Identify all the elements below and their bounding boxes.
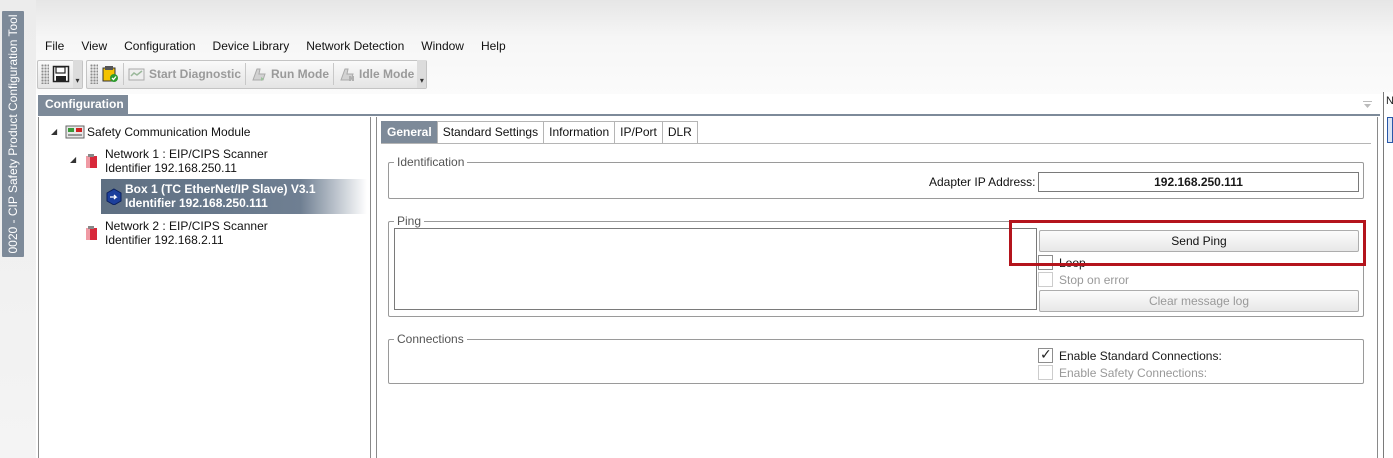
tree-node-network-1[interactable]: ◢ Network 1 : EIP/CIPS Scanner Identifie… — [70, 147, 268, 175]
scanner-icon — [84, 153, 100, 169]
idle-mode-icon — [338, 65, 356, 83]
tree-expander-icon[interactable]: ◢ — [51, 127, 57, 136]
document-side-tab-label: 0020 - CIP Safety Product Configuration … — [6, 14, 20, 254]
send-ping-highlight-box — [1009, 220, 1366, 266]
tree-node-network-1-label: Network 1 : EIP/CIPS Scanner — [105, 147, 268, 161]
top-area: File View Configuration Device Library N… — [36, 0, 1393, 94]
toolbar-group-file: ▾ — [37, 59, 83, 89]
run-mode-button[interactable]: Run Mode — [247, 62, 332, 86]
save-button[interactable] — [49, 62, 73, 86]
start-diagnostic-label: Start Diagnostic — [149, 67, 242, 81]
toolbar-grip[interactable] — [90, 64, 98, 84]
toolbar-group-diagnostic: Start Diagnostic Run Mode Idle Mode ▾ — [86, 59, 428, 89]
toolbar-separator — [333, 63, 335, 85]
adapter-ip-label: Adapter IP Address: — [929, 175, 1036, 189]
tree-node-network-2-identifier: Identifier 192.168.2.11 — [105, 233, 224, 247]
save-icon — [52, 65, 70, 83]
tree-node-root-label: Safety Communication Module — [87, 125, 251, 139]
tab-general[interactable]: General — [381, 121, 438, 144]
tree-node-network-2-label: Network 2 : EIP/CIPS Scanner — [105, 219, 268, 233]
configuration-tree: ◢ Safety Communication Module ◢ Network … — [38, 117, 371, 458]
panel-menu-icon[interactable] — [1362, 98, 1374, 110]
download-device-icon — [101, 65, 119, 83]
tree-node-network-2[interactable]: Network 2 : EIP/CIPS Scanner Identifier … — [84, 219, 268, 247]
tree-node-box-1[interactable]: Box 1 (TC EtherNet/IP Slave) V3.1 Identi… — [101, 179, 367, 214]
enable-safety-connections-label: Enable Safety Connections: — [1059, 366, 1208, 380]
tree-node-network-1-identifier: Identifier 192.168.250.11 — [105, 161, 237, 175]
enable-standard-connections-label: Enable Standard Connections: — [1059, 349, 1222, 363]
diagnostic-icon — [128, 65, 146, 83]
tree-node-box-1-label: Box 1 (TC EtherNet/IP Slave) V3.1 — [125, 182, 316, 196]
menu-bar: File View Configuration Device Library N… — [36, 37, 514, 57]
connections-group: Connections ✓ Enable Standard Connection… — [388, 332, 1364, 384]
run-mode-label: Run Mode — [271, 67, 330, 81]
menu-configuration[interactable]: Configuration — [115, 37, 203, 57]
toolbar-separator — [123, 63, 124, 85]
scanner-icon — [84, 225, 100, 241]
enable-standard-connections-checkbox[interactable]: ✓ — [1038, 346, 1053, 363]
idle-mode-button[interactable]: Idle Mode — [335, 62, 417, 86]
adapter-ip-field[interactable]: 192.168.250.111 — [1038, 172, 1359, 192]
menu-help[interactable]: Help — [472, 37, 514, 57]
run-mode-icon — [250, 65, 268, 83]
right-docked-panel-icon[interactable] — [1387, 117, 1393, 143]
identification-legend: Identification — [394, 155, 468, 169]
menu-window[interactable]: Window — [412, 37, 472, 57]
module-icon — [65, 124, 85, 140]
document-side-tab[interactable]: 0020 - CIP Safety Product Configuration … — [2, 11, 24, 257]
tab-dlr[interactable]: DLR — [661, 121, 698, 144]
menu-file[interactable]: File — [36, 37, 72, 57]
property-panel: General Standard Settings Information IP… — [376, 117, 1378, 458]
toolbar-overflow-chevron-icon[interactable]: ▾ — [73, 60, 82, 88]
toolbar-separator — [245, 63, 247, 85]
identification-group: Identification Adapter IP Address: 192.1… — [388, 155, 1364, 199]
clear-message-log-button[interactable]: Clear message log — [1039, 290, 1359, 312]
stop-on-error-label: Stop on error — [1059, 273, 1130, 287]
toolbar-grip[interactable] — [41, 64, 49, 84]
property-tabs: General Standard Settings Information IP… — [381, 121, 698, 144]
stop-on-error-checkbox[interactable] — [1038, 272, 1053, 287]
slave-device-icon — [106, 188, 122, 206]
tree-node-box-1-identifier: Identifier 192.168.250.111 — [125, 196, 268, 210]
menu-view[interactable]: View — [72, 37, 115, 57]
tab-information[interactable]: Information — [543, 121, 616, 144]
tree-expander-icon[interactable]: ◢ — [70, 155, 76, 164]
configuration-tab[interactable]: Configuration — [38, 95, 128, 114]
tab-standard-settings[interactable]: Standard Settings — [436, 121, 545, 144]
toolbar: ▾ Start Diagnostic Run Mode Idle Mode ▾ — [37, 59, 430, 89]
tab-ip-port[interactable]: IP/Port — [614, 121, 663, 144]
tab-strip-line — [381, 143, 1371, 144]
toolbar-overflow-chevron-icon[interactable]: ▾ — [417, 60, 427, 88]
menu-network-detection[interactable]: Network Detection — [297, 37, 412, 57]
connections-legend: Connections — [394, 332, 467, 346]
tree-node-root[interactable]: ◢ Safety Communication Module — [51, 125, 250, 140]
right-docked-panel-edge — [1383, 92, 1393, 458]
panel-header-line — [38, 114, 1380, 116]
download-config-button[interactable] — [98, 62, 122, 86]
side-strip: 0020 - CIP Safety Product Configuration … — [0, 0, 36, 458]
start-diagnostic-button[interactable]: Start Diagnostic — [125, 62, 244, 86]
checkmark-icon: ✓ — [1040, 346, 1052, 362]
menu-device-library[interactable]: Device Library — [204, 37, 298, 57]
ping-message-log[interactable] — [394, 228, 1037, 310]
configuration-panel-header: Configuration — [38, 95, 1380, 116]
enable-safety-connections-checkbox[interactable] — [1038, 365, 1053, 380]
ping-legend: Ping — [394, 214, 425, 228]
right-docked-panel-title[interactable]: N — [1386, 95, 1393, 111]
idle-mode-label: Idle Mode — [359, 67, 415, 81]
